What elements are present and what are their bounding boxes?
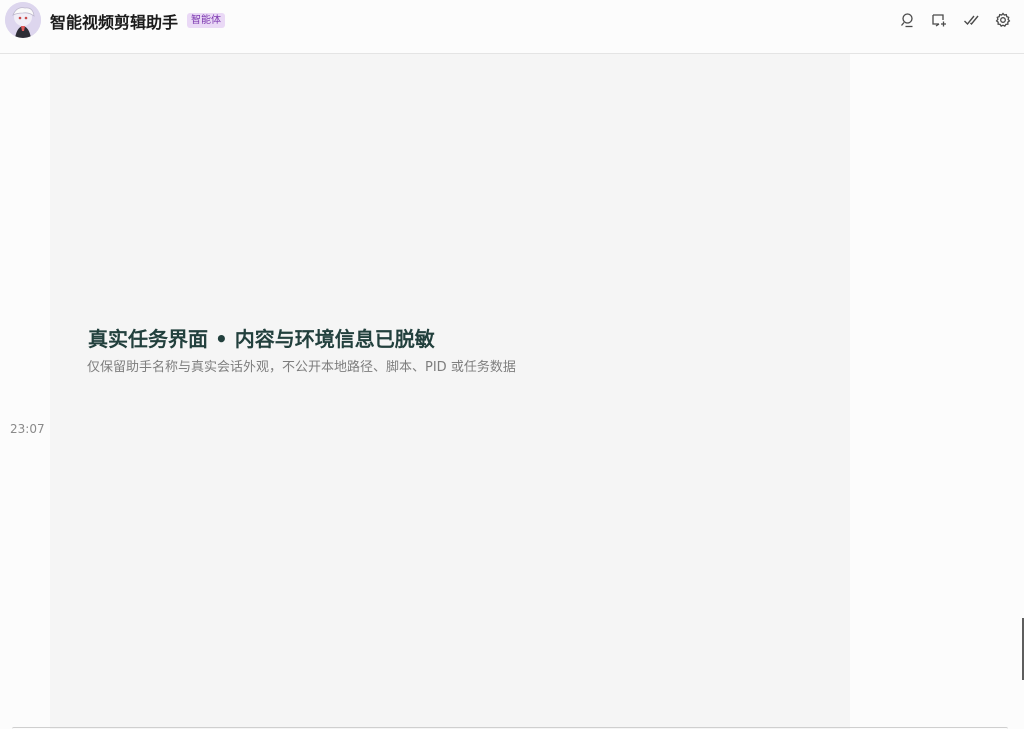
header-toolbar bbox=[898, 11, 1012, 29]
search-user-icon[interactable] bbox=[898, 11, 916, 29]
settings-icon[interactable] bbox=[994, 11, 1012, 29]
header-bar: 智能视频剪辑助手 智能体 bbox=[0, 0, 1024, 40]
agent-badge: 智能体 bbox=[187, 13, 225, 28]
card-subtitle: 仅保留助手名称与真实会话外观，不公开本地路径、脚本、PID 或任务数据 bbox=[87, 360, 516, 375]
assistant-avatar[interactable] bbox=[5, 2, 41, 38]
card-title: 真实任务界面 • 内容与环境信息已脱敏 bbox=[88, 327, 435, 351]
message-card: 真实任务界面 • 内容与环境信息已脱敏 仅保留助手名称与真实会话外观，不公开本地… bbox=[50, 54, 850, 729]
message-timestamp: 23:07 bbox=[10, 422, 45, 436]
avatar-illustration-icon bbox=[5, 2, 41, 38]
check-all-icon[interactable] bbox=[962, 11, 980, 29]
assistant-name: 智能视频剪辑助手 bbox=[50, 13, 179, 32]
new-chat-icon[interactable] bbox=[930, 11, 948, 29]
